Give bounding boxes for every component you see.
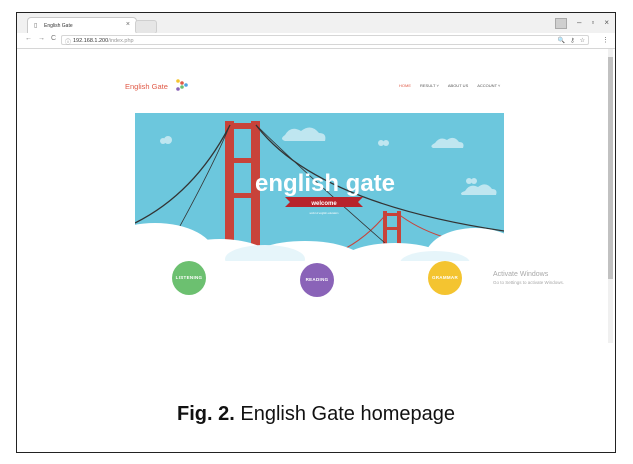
back-icon[interactable]: ← (25, 35, 32, 42)
figure-frame: ▯ English Gate × – ▫ × ← → C ⓘ 192.168.1… (16, 12, 616, 453)
nav-account[interactable]: ACCOUNT ˅ (477, 83, 500, 88)
url-input[interactable]: ⓘ 192.168.1.200/index.php 🔍 ⚷ ☆ (61, 35, 589, 46)
hero-ribbon: welcome (310, 201, 337, 207)
listening-label: LISTENING (175, 275, 203, 280)
page-scrollbar[interactable] (608, 49, 613, 343)
bookmark-star-icon[interactable]: ☆ (580, 37, 585, 44)
nav-home[interactable]: HOME (399, 83, 411, 88)
scrollbar-thumb[interactable] (608, 57, 613, 279)
nav-buttons: ← → C (25, 35, 56, 42)
hero-title: english gate (255, 170, 395, 197)
address-bar-row: ← → C ⓘ 192.168.1.200/index.php 🔍 ⚷ ☆ ⋮ (17, 33, 615, 49)
window-controls: – ▫ × (555, 18, 609, 29)
forward-icon[interactable]: → (38, 35, 45, 42)
logo-arrow-icon (176, 79, 188, 91)
new-tab-button[interactable] (135, 20, 157, 34)
figure-caption: Fig. 2. English Gate homepage (17, 403, 615, 426)
browser-menu-icon[interactable]: ⋮ (602, 36, 609, 44)
browser-tab[interactable]: ▯ English Gate × (27, 17, 137, 33)
close-tab-icon[interactable]: × (126, 21, 130, 28)
site-logo[interactable]: English Gate (125, 79, 188, 91)
site-nav: HOME RESULT ˅ ABOUT US ACCOUNT ˅ (399, 83, 500, 88)
hero-illustration: english gate welcome world of english ed… (135, 113, 504, 261)
profile-icon[interactable] (555, 18, 568, 29)
page-icon: ▯ (34, 23, 38, 29)
reading-badge[interactable]: READING (300, 263, 334, 297)
nav-about[interactable]: ABOUT US (448, 83, 468, 88)
reload-icon[interactable]: C (51, 35, 56, 42)
tab-title: English Gate (44, 23, 73, 29)
info-icon[interactable]: ⓘ (65, 37, 71, 46)
grammar-badge[interactable]: GRAMMAR (428, 261, 462, 295)
key-icon[interactable]: ⚷ (570, 37, 574, 44)
nav-result[interactable]: RESULT ˅ (420, 83, 439, 88)
restore-icon[interactable]: ▫ (591, 18, 594, 29)
grammar-label: GRAMMAR (431, 275, 459, 280)
caption-text: English Gate homepage (240, 403, 455, 425)
hero-banner: english gate welcome world of english ed… (135, 113, 504, 261)
caption-label: Fig. 2. (177, 403, 235, 425)
tab-bar: ▯ English Gate × – ▫ × (17, 13, 615, 34)
web-page: English Gate HOME RESULT ˅ ABOUT US ACCO… (17, 49, 615, 343)
watermark-line2: Go to Settings to activate Windows. (493, 280, 565, 285)
activate-windows-watermark: Activate Windows Go to Settings to activ… (493, 271, 564, 285)
zoom-icon[interactable]: 🔍 (558, 37, 565, 44)
close-window-icon[interactable]: × (604, 18, 609, 29)
listening-badge[interactable]: LISTENING (172, 261, 206, 295)
url-path: /index.php (108, 38, 134, 44)
minimize-icon[interactable]: – (577, 18, 581, 29)
watermark-line1: Activate Windows (493, 271, 549, 278)
logo-text: English Gate (125, 82, 168, 91)
hero-tagline: world of english education (310, 212, 340, 215)
url-host: 192.168.1.200 (73, 38, 109, 44)
reading-label: READING (305, 277, 329, 282)
